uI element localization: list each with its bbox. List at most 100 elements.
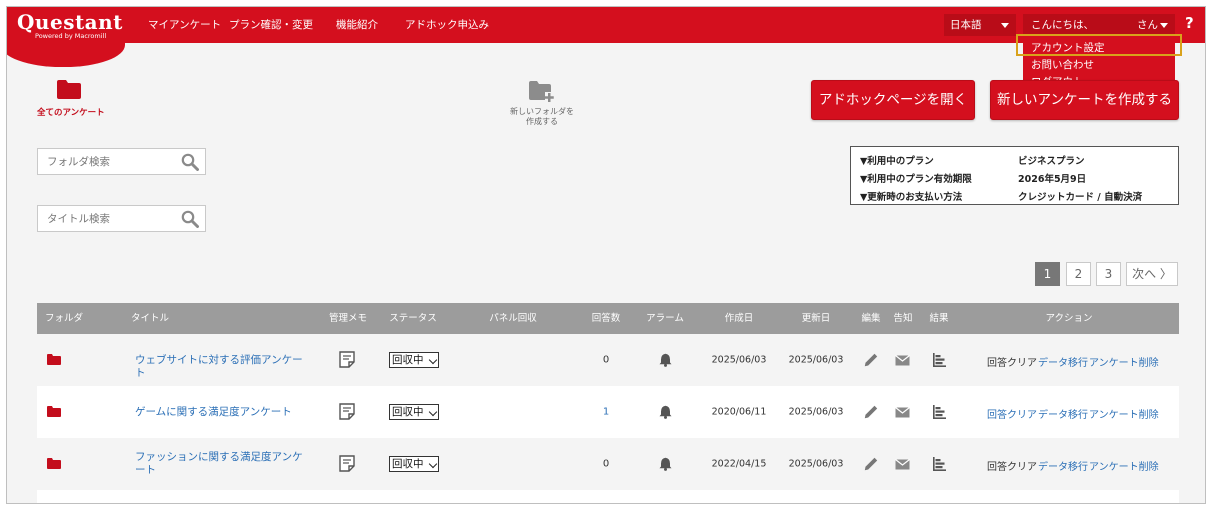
chevron-down-icon <box>1160 23 1168 28</box>
bell-icon[interactable] <box>659 405 672 419</box>
folder-icon[interactable] <box>47 458 61 469</box>
col-alarm: アラーム <box>646 313 684 324</box>
memo-icon[interactable] <box>339 351 355 368</box>
table-header: フォルダ タイトル 管理メモ ステータス パネル回収 回答数 アラーム 作成日 … <box>37 303 1179 334</box>
all-surveys-label[interactable]: 全てのアンケート <box>37 106 105 118</box>
language-label: 日本語 <box>950 19 982 31</box>
col-created: 作成日 <box>724 313 754 324</box>
delete-survey-link[interactable]: アンケート削除 <box>1089 406 1159 421</box>
col-edit: 編集 <box>861 313 881 324</box>
greeting-suffix: さん <box>1137 19 1158 31</box>
page-3[interactable]: 3 <box>1096 262 1121 286</box>
envelope-icon[interactable] <box>895 407 910 418</box>
memo-icon[interactable] <box>339 403 355 420</box>
folder-icon[interactable] <box>57 80 81 99</box>
bar-chart-icon[interactable] <box>933 353 946 367</box>
bell-icon[interactable] <box>659 353 672 367</box>
survey-title-link[interactable]: ウェブサイトに対する評価アンケート <box>135 354 305 380</box>
payment-method-value: クレジットカード / 自動決済 <box>1018 192 1143 203</box>
page-1[interactable]: 1 <box>1035 262 1060 286</box>
title-search-input[interactable] <box>38 206 168 231</box>
col-memo: 管理メモ <box>328 313 368 324</box>
data-migrate-link[interactable]: データ移行 <box>1038 458 1088 473</box>
col-status: ステータス <box>389 313 437 324</box>
plan-expiry-value: 2026年5月9日 <box>1018 174 1087 185</box>
envelope-icon[interactable] <box>895 355 910 366</box>
status-select[interactable]: 回収中 <box>389 352 439 368</box>
page-2[interactable]: 2 <box>1066 262 1091 286</box>
help-icon[interactable]: ? <box>1185 14 1194 32</box>
search-icon[interactable] <box>181 153 199 171</box>
chevron-down-icon <box>428 459 438 469</box>
logo-area[interactable]: Questant Powered by Macromill <box>7 7 125 67</box>
response-count: 0 <box>602 458 610 470</box>
clear-answers-link[interactable]: 回答クリア <box>987 406 1037 421</box>
created-date: 2025/06/03 <box>711 354 767 366</box>
title-search <box>37 205 206 232</box>
col-notify: 告知 <box>893 313 913 324</box>
updated-date: 2025/06/03 <box>788 458 844 470</box>
table-row: ファッションに関する満足度アンケート 回収中 0 2022/04/15 2025… <box>37 438 1179 490</box>
folder-icon[interactable] <box>47 354 61 365</box>
payment-method-label: ▼更新時のお支払い方法 <box>860 192 963 203</box>
language-select[interactable]: 日本語 <box>944 14 1016 36</box>
survey-title-link[interactable]: ファッションに関する満足度アンケート <box>135 451 305 477</box>
col-panel: パネル回収 <box>489 313 537 324</box>
search-icon[interactable] <box>181 210 199 228</box>
folder-plus-icon[interactable] <box>529 81 555 103</box>
col-folder: フォルダ <box>45 313 84 324</box>
bar-chart-icon[interactable] <box>933 457 946 471</box>
new-folder-label[interactable]: 新しいフォルダを 作成する <box>497 107 587 127</box>
folder-icon[interactable] <box>47 406 61 417</box>
bar-chart-icon[interactable] <box>933 405 946 419</box>
memo-icon[interactable] <box>339 455 355 472</box>
folder-search <box>37 148 206 175</box>
table-row: ゲームに関する満足度アンケート 回収中 1 2020/06/11 2025/06… <box>37 386 1179 438</box>
delete-survey-link[interactable]: アンケート削除 <box>1089 354 1159 369</box>
created-date: 2022/04/15 <box>711 458 767 470</box>
survey-title-link[interactable]: ゲームに関する満足度アンケート <box>135 406 305 419</box>
nav-plan[interactable]: プラン確認・変更 <box>229 7 313 43</box>
chevron-down-icon <box>428 407 438 417</box>
open-adhoc-button[interactable]: アドホックページを開く <box>811 80 975 120</box>
response-count: 0 <box>602 354 610 366</box>
plan-info-box: ▼利用中のプラン ビジネスプラン ▼利用中のプラン有効期限 2026年5月9日 … <box>850 146 1179 205</box>
created-date: 2020/06/11 <box>711 406 767 418</box>
logo-subtitle: Powered by Macromill <box>35 32 107 40</box>
new-survey-button[interactable]: 新しいアンケートを作成する <box>990 80 1179 120</box>
clear-answers-text: 回答クリア <box>987 358 1037 369</box>
nav-adhoc-apply[interactable]: アドホック申込み <box>405 7 489 43</box>
updated-date: 2025/06/03 <box>788 406 844 418</box>
chevron-down-icon <box>428 355 438 365</box>
next-page-button[interactable]: 次へ 〉 <box>1126 262 1178 286</box>
logo: Questant <box>17 10 123 34</box>
updated-date: 2025/06/03 <box>788 354 844 366</box>
col-updated: 更新日 <box>801 313 831 324</box>
col-title: タイトル <box>131 313 170 324</box>
status-select[interactable]: 回収中 <box>389 456 439 472</box>
menu-item-contact[interactable]: お問い合わせ <box>1031 57 1094 72</box>
user-menu-toggle[interactable]: こんにちは、 さん <box>1023 14 1175 36</box>
col-result: 結果 <box>929 313 949 324</box>
nav-features[interactable]: 機能紹介 <box>336 7 378 43</box>
pencil-icon[interactable] <box>864 405 878 419</box>
plan-value: ビジネスプラン <box>1018 156 1085 167</box>
greeting-text: こんにちは、 <box>1031 19 1094 31</box>
app-frame: Questant Powered by Macromill マイアンケート プラ… <box>6 6 1206 504</box>
pencil-icon[interactable] <box>864 353 878 367</box>
delete-survey-link[interactable]: アンケート削除 <box>1089 458 1159 473</box>
col-responses: 回答数 <box>591 313 621 324</box>
response-count-link[interactable]: 1 <box>603 407 609 418</box>
data-migrate-link[interactable]: データ移行 <box>1038 354 1088 369</box>
envelope-icon[interactable] <box>895 459 910 470</box>
data-migrate-link[interactable]: データ移行 <box>1038 406 1088 421</box>
table-row-partial <box>37 490 1179 503</box>
bell-icon[interactable] <box>659 457 672 471</box>
status-select[interactable]: 回収中 <box>389 404 439 420</box>
pencil-icon[interactable] <box>864 457 878 471</box>
highlight-box <box>1016 34 1182 56</box>
nav-my-survey[interactable]: マイアンケート <box>148 7 221 43</box>
plan-label: ▼利用中のプラン <box>860 156 934 167</box>
col-action: アクション <box>1045 313 1093 324</box>
folder-search-input[interactable] <box>38 149 168 174</box>
